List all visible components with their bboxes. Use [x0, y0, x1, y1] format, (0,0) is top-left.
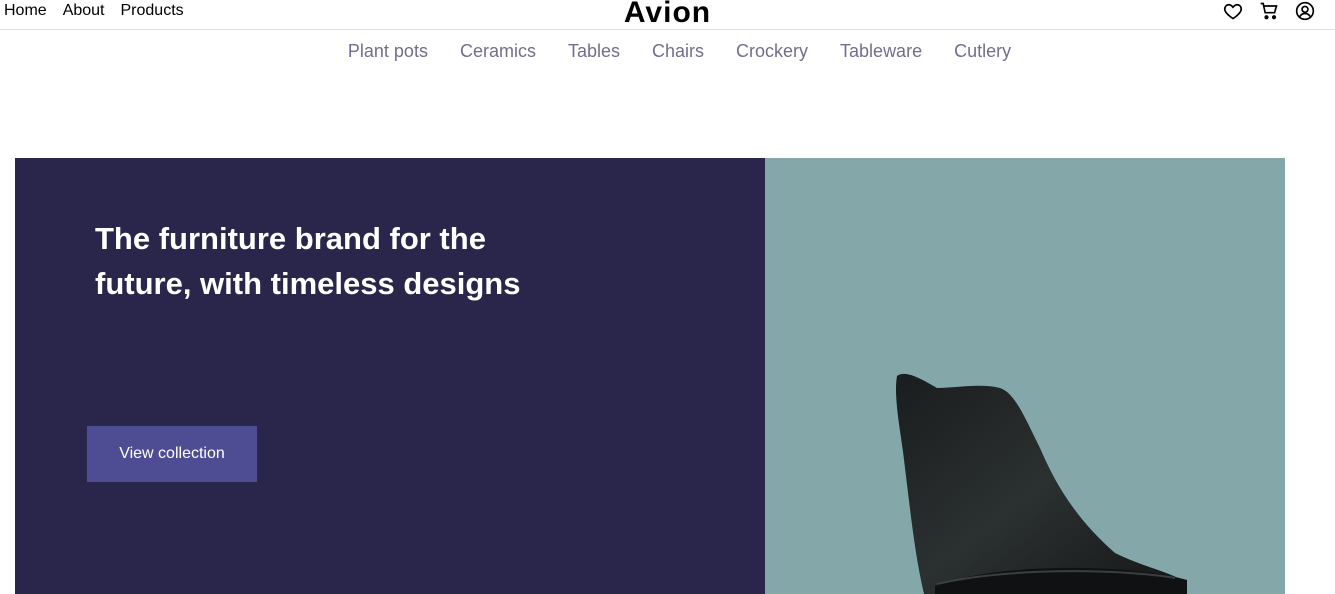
- heart-icon[interactable]: [1223, 1, 1243, 21]
- header-icons: [1223, 1, 1315, 21]
- view-collection-button[interactable]: View collection: [87, 426, 257, 482]
- category-ceramics[interactable]: Ceramics: [460, 40, 536, 62]
- top-bar: Home About Products Avion: [0, 0, 1335, 30]
- category-chairs[interactable]: Chairs: [652, 40, 704, 62]
- category-nav: Plant pots Ceramics Tables Chairs Crocke…: [0, 40, 1335, 62]
- hero-title: The furniture brand for the future, with…: [95, 221, 521, 301]
- brand-logo[interactable]: Avion: [0, 0, 1335, 31]
- cart-icon[interactable]: [1259, 1, 1279, 21]
- category-crockery[interactable]: Crockery: [736, 40, 808, 62]
- hero-panel: The furniture brand for the future, with…: [15, 158, 765, 594]
- user-icon[interactable]: [1295, 1, 1315, 21]
- category-tableware[interactable]: Tableware: [840, 40, 922, 62]
- chair-image: [896, 373, 1187, 594]
- category-plant-pots[interactable]: Plant pots: [348, 40, 428, 62]
- hero-image-panel: [765, 158, 1285, 594]
- category-tables[interactable]: Tables: [568, 40, 620, 62]
- category-cutlery[interactable]: Cutlery: [954, 40, 1011, 62]
